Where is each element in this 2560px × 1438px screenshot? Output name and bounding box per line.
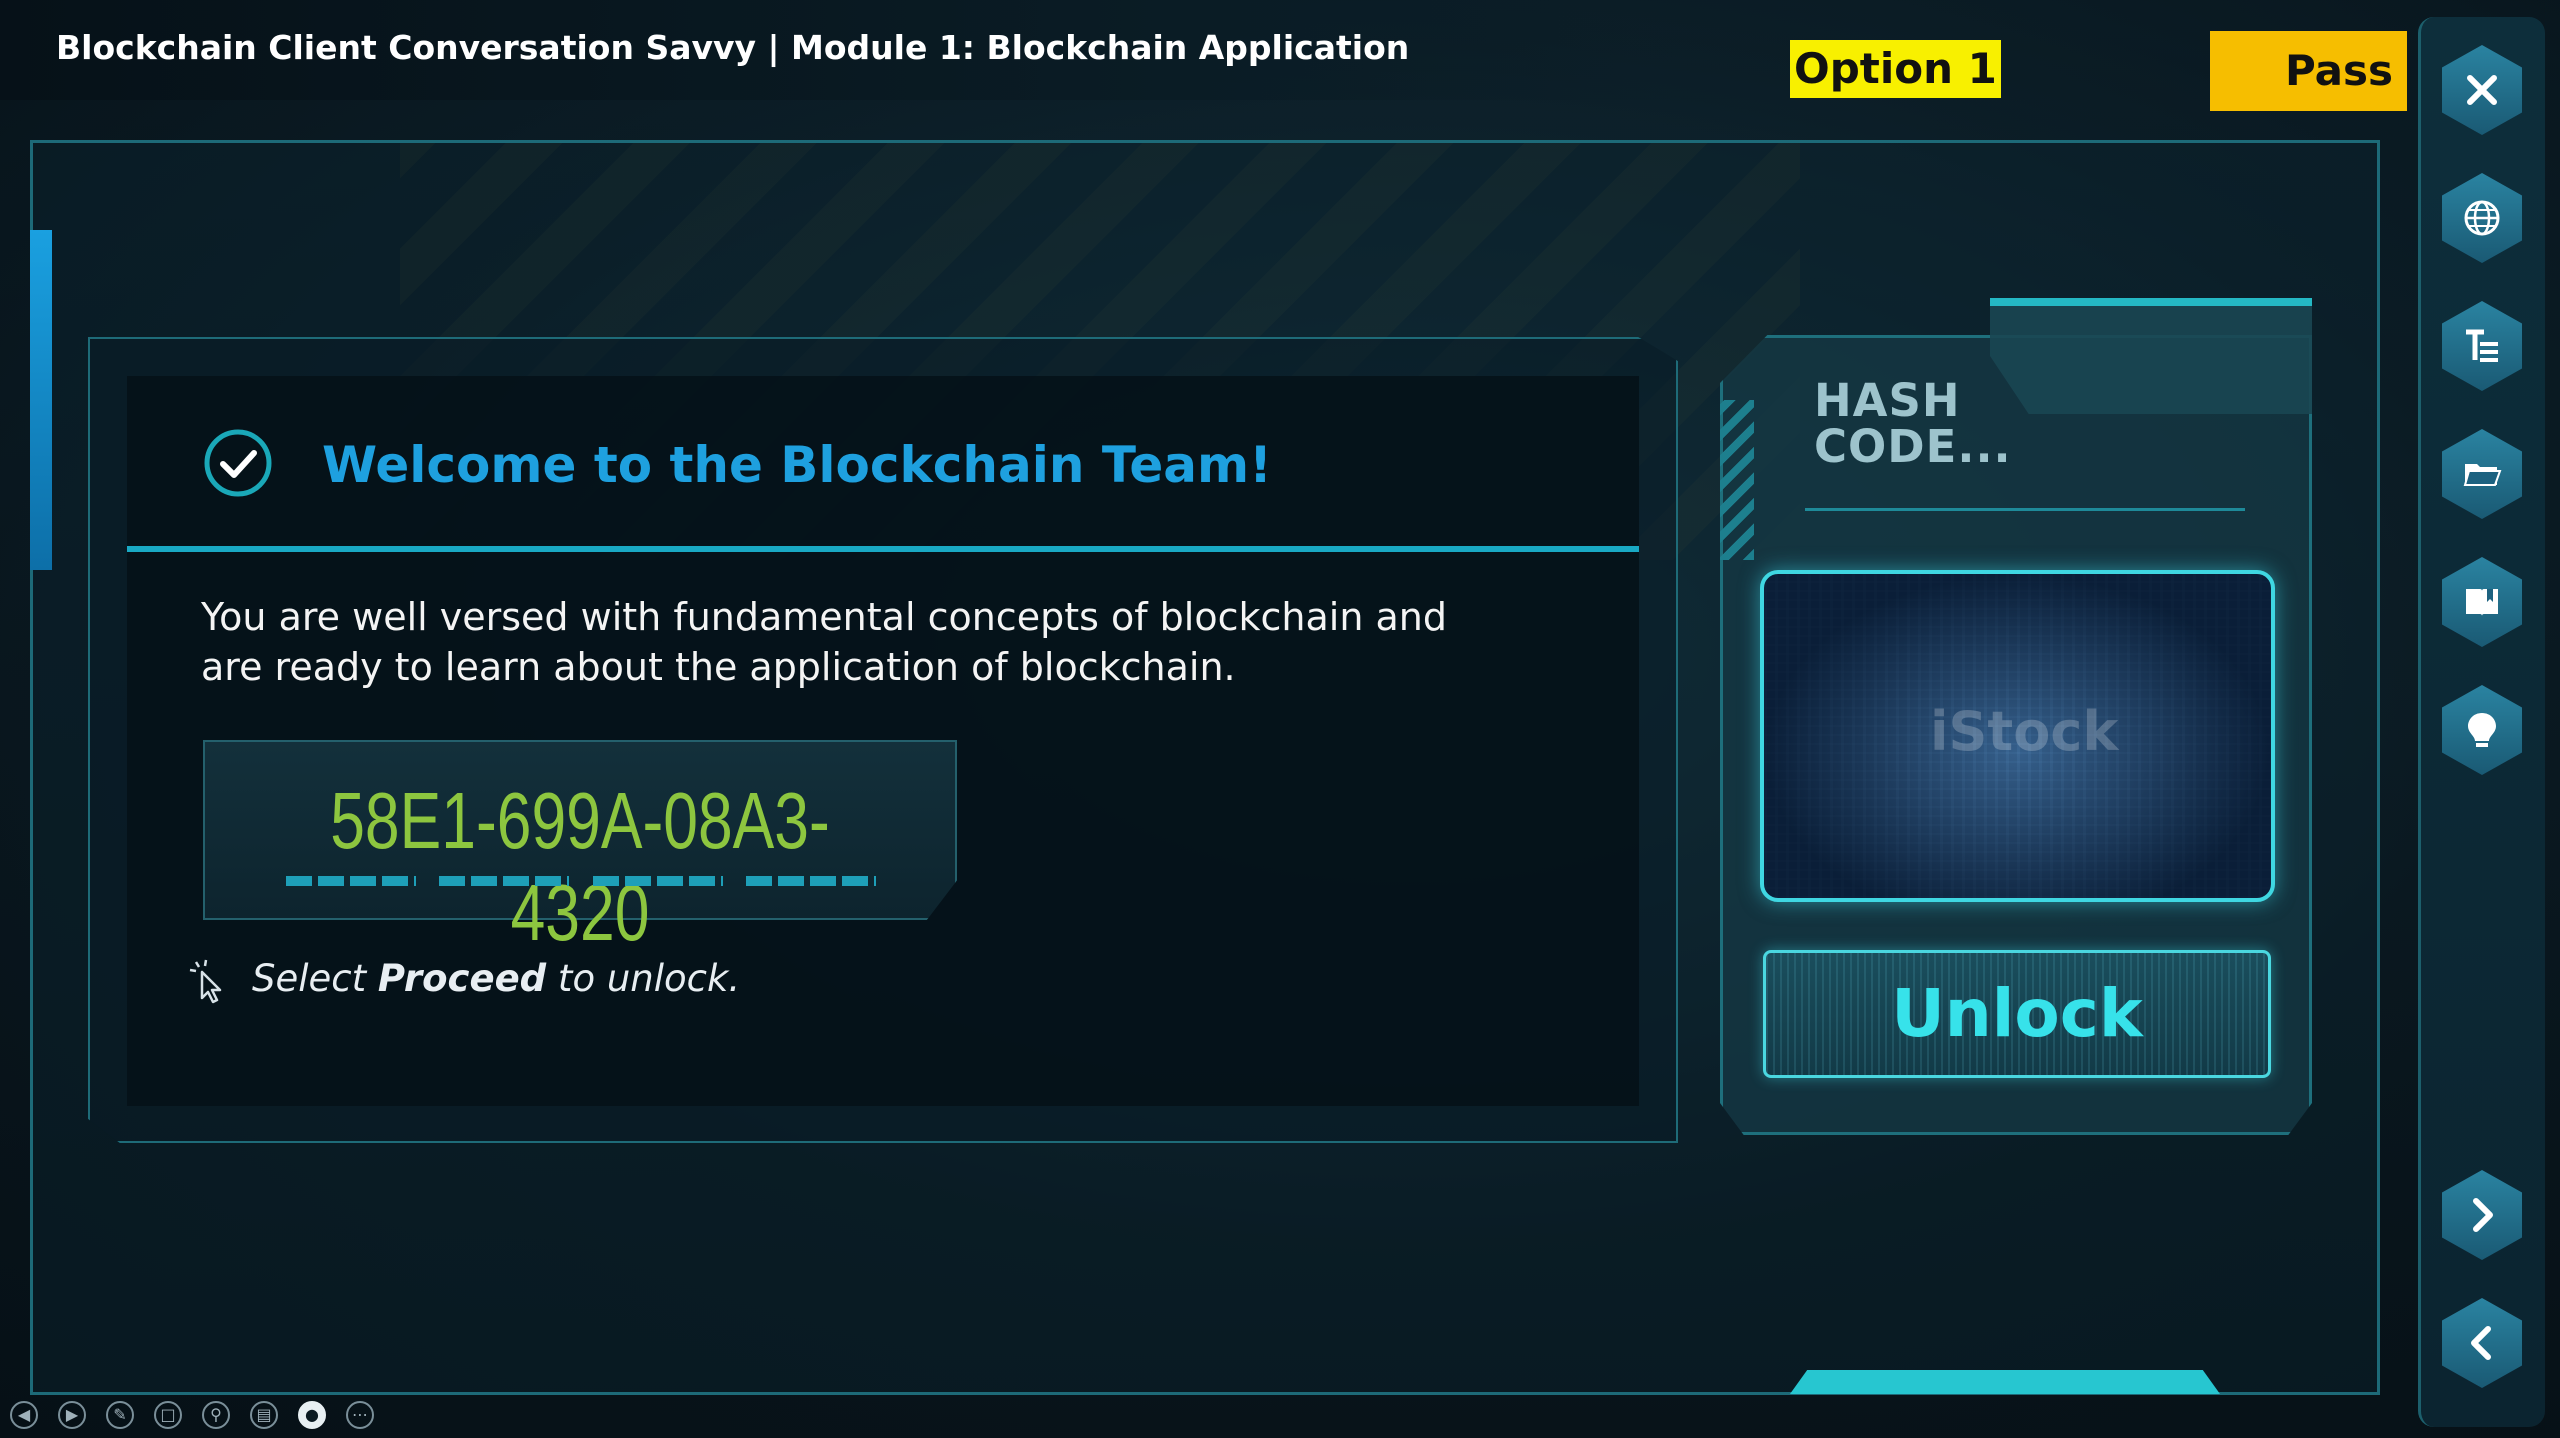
globe-icon [2464, 200, 2500, 236]
frame-accent [30, 230, 52, 570]
hash-dashes [286, 876, 876, 886]
header-divider [127, 546, 1639, 552]
camera-icon[interactable]: ● [298, 1401, 326, 1429]
next-icon [2473, 1198, 2493, 1232]
hash-label: HASH CODE... [1814, 378, 2012, 470]
instruction-proceed: Proceed [377, 957, 547, 1000]
pen-icon[interactable]: ✎ [106, 1401, 134, 1429]
frame-bottom-accent [1790, 1370, 2220, 1394]
bottom-toolbar: ◀ ▶ ✎ □ ⚲ ▤ ● ⋯ [10, 1400, 374, 1430]
hash-label-line1: HASH [1814, 374, 1961, 427]
back-icon [2471, 1326, 2491, 1360]
play-icon[interactable]: ▶ [58, 1401, 86, 1429]
welcome-title: Welcome to the Blockchain Team! [322, 436, 1272, 494]
hash-panel-tab [1990, 298, 2312, 414]
course-title: Blockchain Client Conversation Savvy | M… [56, 28, 1410, 67]
instruction-prefix: Select [252, 957, 378, 1000]
book-icon [2466, 589, 2498, 616]
hash-label-line2: CODE... [1814, 420, 2012, 473]
option-badge: Option 1 [1790, 40, 2001, 98]
close-icon [2467, 75, 2497, 105]
prev-icon[interactable]: ◀ [10, 1401, 38, 1429]
captions-icon[interactable]: ▤ [250, 1401, 278, 1429]
pointer-click-icon [189, 959, 222, 1004]
check-circle-icon [204, 429, 272, 497]
more-icon[interactable]: ⋯ [346, 1401, 374, 1429]
instruction-text: Select Proceed to unlock. [252, 957, 740, 1000]
folder-icon [2463, 464, 2502, 486]
lightbulb-icon [2468, 713, 2496, 747]
instruction-suffix: to unlock. [546, 957, 741, 1000]
hash-code-value: 58E1-699A-08A3-4320 [330, 776, 830, 957]
zoom-icon[interactable]: ⚲ [202, 1401, 230, 1429]
hash-panel-stripes [1720, 400, 1754, 560]
body-text: You are well versed with fundamental con… [201, 595, 1447, 689]
stock-watermark: iStock [1930, 700, 2119, 763]
copy-icon[interactable]: □ [154, 1401, 182, 1429]
pass-badge: Pass [2210, 31, 2407, 111]
hash-label-underline [1805, 508, 2245, 511]
transcript-icon [2466, 329, 2498, 362]
unlock-button[interactable]: Unlock [1763, 950, 2271, 1078]
